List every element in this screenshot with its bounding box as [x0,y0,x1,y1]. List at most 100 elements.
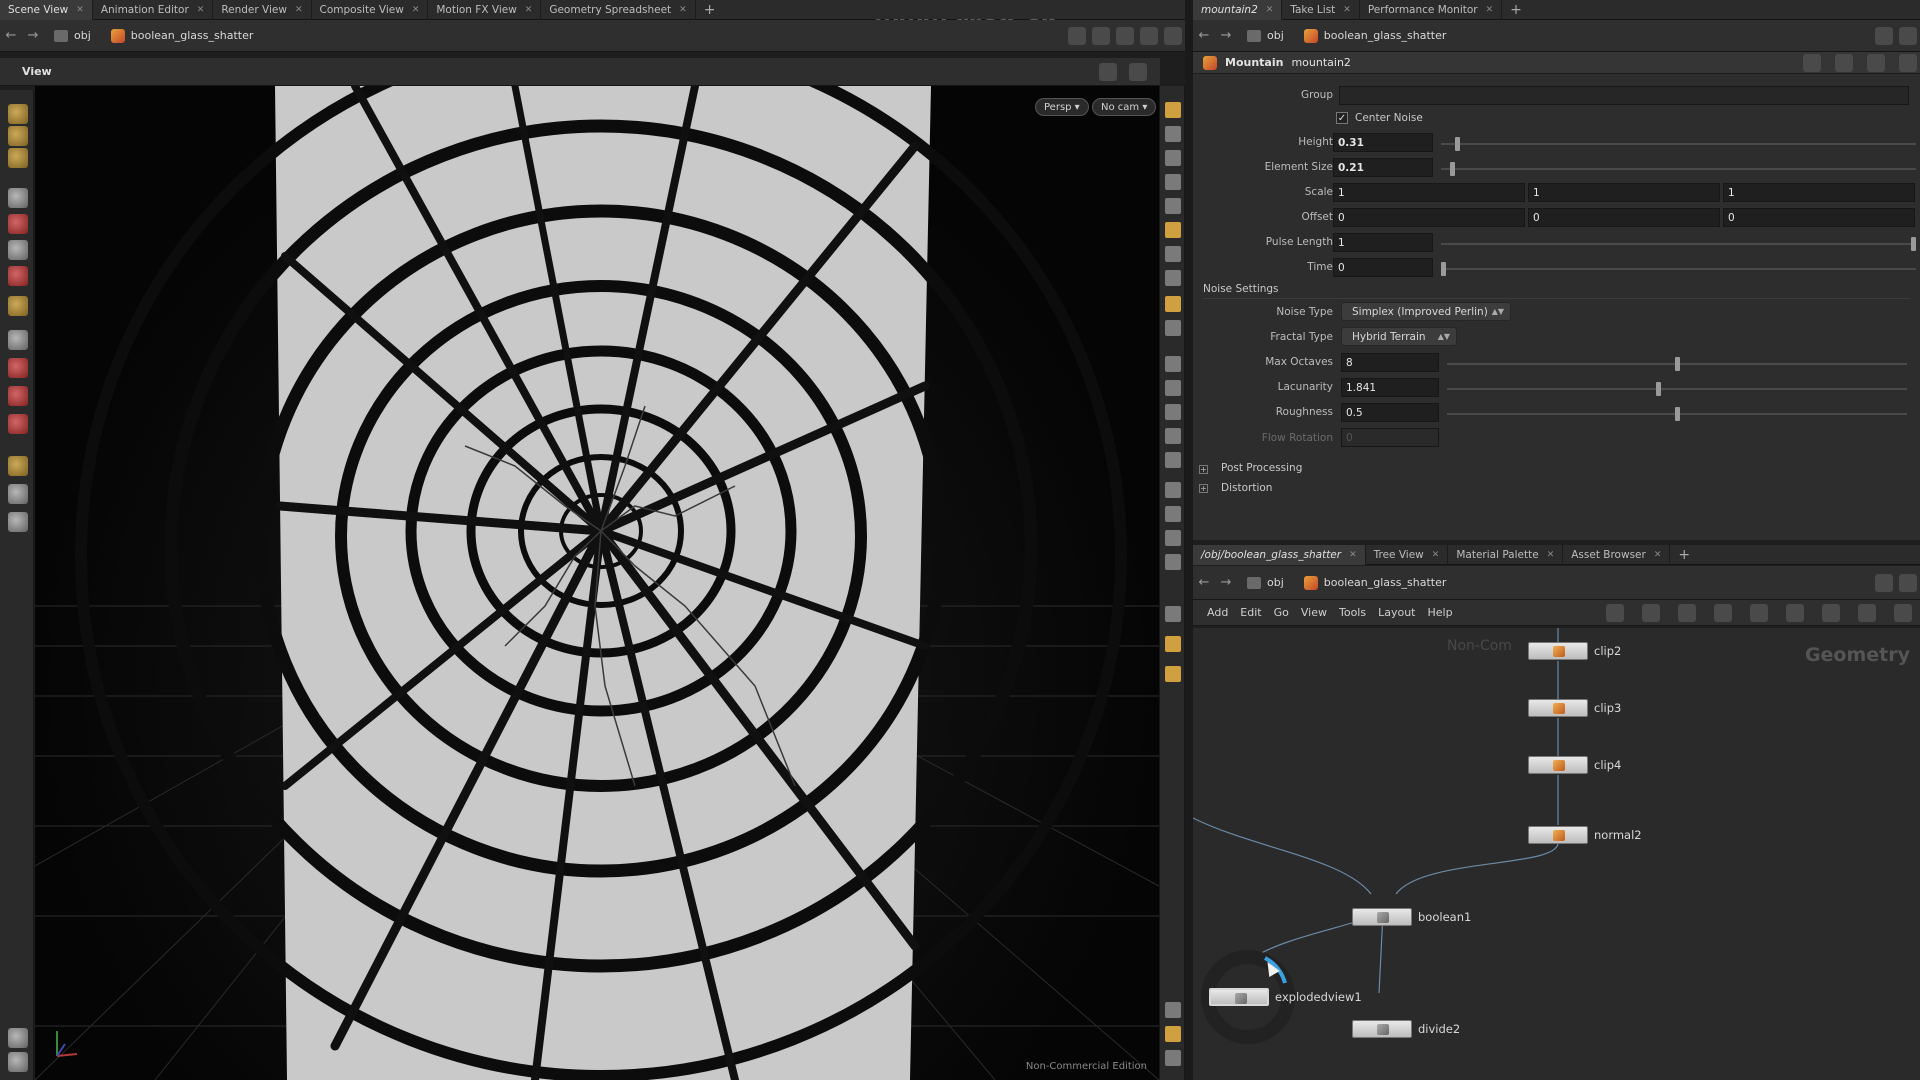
search-icon[interactable] [1858,603,1876,622]
wireframe-icon[interactable] [1165,126,1181,142]
link-icon[interactable] [1165,320,1181,336]
node-body[interactable] [1528,699,1588,717]
close-icon[interactable]: ✕ [1343,5,1351,15]
breadcrumb-obj[interactable]: obj [44,25,101,47]
breadcrumb-obj[interactable]: obj [1237,25,1294,47]
template-icon[interactable] [1165,174,1181,190]
snap-icon[interactable] [8,1028,28,1048]
close-icon[interactable]: ✕ [1547,550,1555,560]
back-arrow-icon[interactable]: ← [0,26,22,46]
render-icon[interactable] [1165,636,1181,652]
tab-composite-view[interactable]: Composite View ✕ [312,0,429,20]
ghost-icon[interactable] [1165,482,1181,498]
primitive-icon[interactable] [1165,428,1181,444]
persp-menu-button[interactable]: Persp ▾ [1035,98,1089,116]
expand-icon[interactable]: + [1199,484,1208,493]
lock-icon[interactable] [1165,150,1181,166]
pane-divider[interactable] [1185,0,1193,1080]
3d-viewport[interactable]: Persp ▾ No cam ▾ Non-Commercial Edition [35,86,1159,1080]
color-palette-icon[interactable] [1822,603,1840,622]
camera-tool-icon[interactable] [8,484,28,504]
vertex-icon[interactable] [1165,404,1181,420]
paint-tool-icon[interactable] [8,148,28,168]
shading-icon[interactable] [1165,198,1181,214]
breadcrumb-node[interactable]: boolean_glass_shatter [1294,25,1457,47]
node-body[interactable] [1528,826,1588,844]
gear-icon[interactable] [1803,53,1821,72]
tab-geometry-spreadsheet[interactable]: Geometry Spreadsheet ✕ [541,0,696,20]
info-icon[interactable] [1165,1002,1181,1018]
key-icon[interactable] [1165,270,1181,286]
height-slider[interactable] [1441,137,1916,151]
slider-handle[interactable] [1674,357,1680,371]
slider-handle[interactable] [1674,407,1680,421]
tab-motion-fx-view[interactable]: Motion FX View ✕ [428,0,542,20]
menu-edit[interactable]: Edit [1240,606,1261,619]
roughness-slider[interactable] [1447,407,1907,421]
add-tab-button[interactable]: + [1502,2,1530,18]
close-icon[interactable]: ✕ [412,5,420,15]
pose-tool-icon[interactable] [8,296,28,316]
scale-z-field[interactable]: 1 [1723,183,1915,202]
camera-icon[interactable] [1165,296,1181,312]
maximize-icon[interactable] [1164,26,1182,45]
tab-performance-monitor[interactable]: Performance Monitor ✕ [1360,0,1503,20]
tab-mountain2[interactable]: mountain2 ✕ [1193,0,1283,20]
grid-icon[interactable] [1678,603,1696,622]
light-tool-icon[interactable] [8,512,28,532]
time-slider[interactable] [1441,262,1916,276]
close-icon[interactable]: ✕ [295,5,303,15]
close-icon[interactable]: ✕ [525,5,533,15]
add-tab-button[interactable]: + [1670,547,1698,563]
link-icon[interactable] [1092,26,1110,45]
breadcrumb-node[interactable]: boolean_glass_shatter [1294,572,1457,594]
point-icon[interactable] [1165,356,1181,372]
add-tab-button[interactable]: + [696,2,724,18]
pulse-length-field[interactable]: 1 [1333,233,1433,252]
pointer-icon[interactable] [8,188,28,208]
close-icon[interactable]: ✕ [1349,550,1357,560]
center-noise-checkbox[interactable]: ✓ [1336,112,1348,124]
breadcrumb-obj[interactable]: obj [1237,572,1294,594]
help-book-icon[interactable] [1835,53,1853,72]
pin-icon[interactable] [1875,26,1893,45]
layout-icon[interactable] [1714,603,1732,622]
bounds-icon[interactable] [1165,554,1181,570]
menu-layout[interactable]: Layout [1378,606,1415,619]
display-options-icon[interactable] [1099,63,1117,81]
slider-handle[interactable] [1911,237,1916,251]
node-clip4[interactable]: clip4 [1528,756,1621,774]
pin-icon[interactable] [1875,573,1893,592]
menu-add[interactable]: Add [1207,606,1228,619]
network-editor[interactable]: Non-Com Geometry clip2 clip3 clip4 norma… [1193,628,1920,1080]
tab-animation-editor[interactable]: Animation Editor ✕ [93,0,214,20]
node-body[interactable] [1528,642,1588,660]
group-field[interactable] [1339,86,1909,105]
offset-y-field[interactable]: 0 [1528,208,1720,227]
snapshot-icon[interactable] [1116,26,1134,45]
snapshot-icon[interactable] [1165,1050,1181,1066]
help-icon[interactable] [1129,63,1147,81]
time-field[interactable]: 0 [1333,258,1433,277]
tab-take-list[interactable]: Take List ✕ [1282,0,1360,20]
breadcrumb-node[interactable]: boolean_glass_shatter [101,25,264,47]
tab-scene-view[interactable]: Scene View ✕ [0,0,93,20]
close-icon[interactable]: ✕ [1486,5,1494,15]
list-view-icon[interactable] [1606,603,1624,622]
offset-x-field[interactable]: 0 [1333,208,1525,227]
node-body[interactable] [1352,1020,1412,1038]
close-icon[interactable]: ✕ [197,5,205,15]
layout-icon[interactable] [1140,26,1158,45]
image-icon[interactable] [1786,603,1804,622]
view-tool-icon[interactable] [8,456,28,476]
lacunarity-slider[interactable] [1447,382,1907,396]
forward-arrow-icon[interactable]: → [1215,573,1237,593]
post-processing-heading[interactable]: Post Processing [1221,462,1302,474]
tab-network-path[interactable]: /obj/boolean_glass_shatter ✕ [1193,544,1366,565]
close-icon[interactable]: ✕ [1432,550,1440,560]
slider-handle[interactable] [1656,382,1662,396]
lacunarity-field[interactable]: 1.841 [1341,378,1439,397]
scale-x-field[interactable]: 1 [1333,183,1525,202]
close-icon[interactable]: ✕ [679,5,687,15]
element-size-slider[interactable] [1441,162,1916,176]
